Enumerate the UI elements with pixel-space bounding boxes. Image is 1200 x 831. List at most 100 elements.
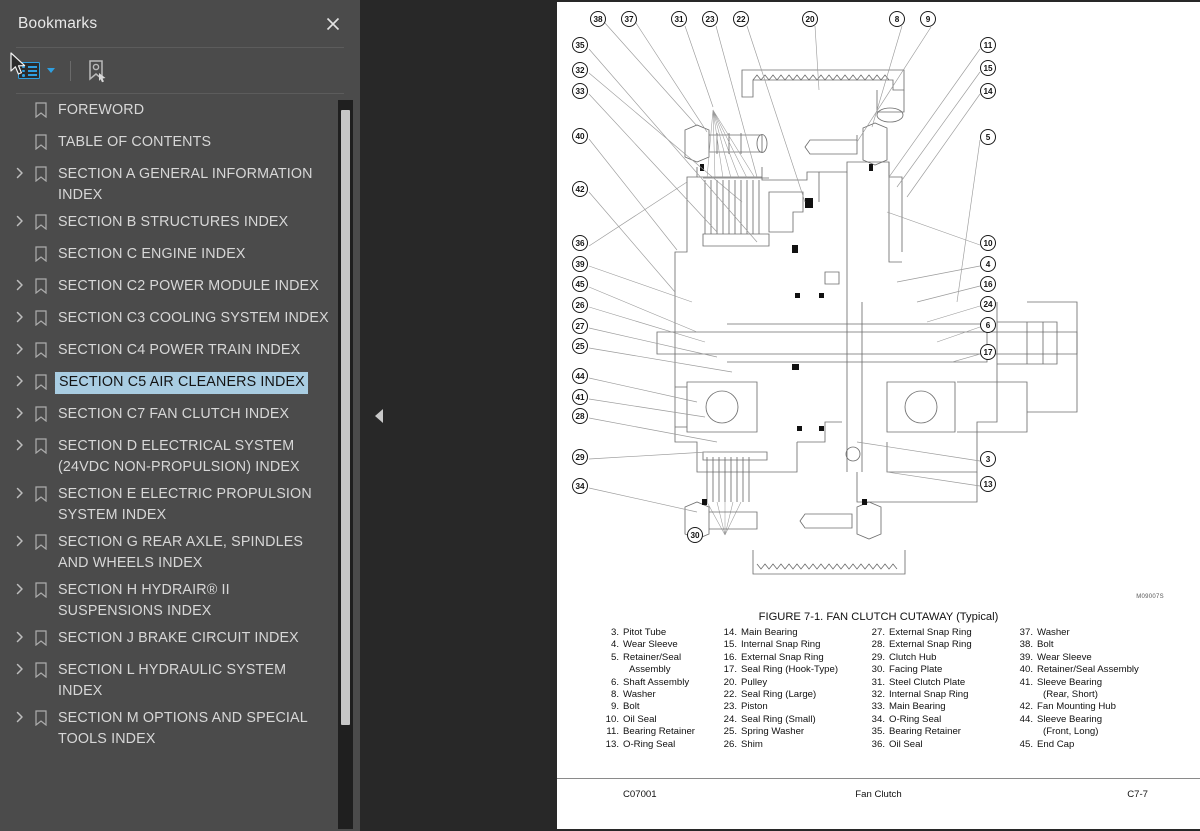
part-entry: 26. Shim: [715, 739, 863, 751]
part-number: 36.: [871, 738, 885, 750]
bookmarks-panel: Bookmarks FOREWORD TABLE OF CONTENTS SEC…: [0, 0, 360, 831]
part-entry: 42. Fan Mounting Hub: [1011, 701, 1177, 713]
part-number: 35.: [871, 726, 885, 738]
parts-legend: 3. Pitot Tube 4. Wear Sleeve 5. Retainer/Seal…: [597, 627, 1177, 751]
pdf-page: 38 37 31 23 22 20 8 9 35 11 32 15 33 14 40 5 42 36 10 39 4 45…: [557, 2, 1200, 829]
figure-callout: 14: [980, 83, 996, 99]
sidebar-scrollbar[interactable]: [338, 100, 353, 829]
bookmarks-toolbar: [0, 48, 360, 93]
part-entry: 27. External Snap Ring: [863, 627, 1011, 639]
bookmark-item[interactable]: SECTION C5 AIR CLEANERS INDEX: [0, 369, 360, 401]
chevron-right-icon[interactable]: [10, 660, 30, 675]
chevron-right-icon[interactable]: [10, 628, 30, 643]
chevron-right-icon[interactable]: [10, 404, 30, 419]
bookmark-item[interactable]: SECTION C ENGINE INDEX: [0, 241, 360, 273]
chevron-right-icon[interactable]: [10, 436, 30, 451]
figure-callout: 15: [980, 60, 996, 76]
part-number: 31.: [871, 676, 885, 688]
bookmark-label: SECTION B STRUCTURES INDEX: [58, 214, 289, 230]
bookmark-label: SECTION L HYDRAULIC SYSTEM INDEX: [58, 662, 287, 699]
bookmark-item[interactable]: SECTION E ELECTRIC PROPULSION SYSTEM IND…: [0, 481, 360, 529]
part-name: (Rear, Short): [1043, 689, 1098, 701]
bookmark-options-button[interactable]: [16, 57, 57, 85]
bookmark-item[interactable]: SECTION C2 POWER MODULE INDEX: [0, 273, 360, 305]
figure-callout: 13: [980, 476, 996, 492]
bookmark-item[interactable]: SECTION C4 POWER TRAIN INDEX: [0, 337, 360, 369]
bookmark-item[interactable]: SECTION C3 COOLING SYSTEM INDEX: [0, 305, 360, 337]
bookmark-item[interactable]: SECTION G REAR AXLE, SPINDLES AND WHEELS…: [0, 529, 360, 577]
figure-callout: 23: [702, 11, 718, 27]
part-number: 15.: [723, 639, 737, 651]
part-entry: 24. Seal Ring (Small): [715, 714, 863, 726]
bookmark-icon: [30, 164, 52, 182]
chevron-right-icon[interactable]: [10, 340, 30, 355]
bookmark-label: SECTION D ELECTRICAL SYSTEM (24VDC NON-P…: [58, 438, 300, 475]
bookmark-item[interactable]: FOREWORD: [0, 97, 360, 129]
part-number: 40.: [1019, 664, 1033, 676]
part-entry: 38. Bolt: [1011, 639, 1177, 651]
new-bookmark-button[interactable]: [84, 57, 110, 85]
part-name: Seal Ring (Large): [741, 689, 817, 701]
part-number: 39.: [1019, 651, 1033, 663]
bookmark-item[interactable]: SECTION D ELECTRICAL SYSTEM (24VDC NON-P…: [0, 433, 360, 481]
part-number: 8.: [610, 689, 619, 701]
sidebar-scrollbar-thumb[interactable]: [341, 110, 350, 725]
chevron-right-icon[interactable]: [10, 532, 30, 547]
figure-callout: 40: [572, 128, 588, 144]
chevron-right-icon[interactable]: [10, 308, 30, 323]
part-name: Oil Seal: [889, 738, 923, 750]
part-name: Spring Washer: [741, 726, 805, 738]
chevron-right-icon[interactable]: [10, 580, 30, 595]
chevron-right-icon[interactable]: [10, 372, 30, 387]
new-bookmark-icon: [89, 59, 106, 82]
figure-reference-code: M09007S: [1136, 594, 1164, 600]
part-name: Sleeve Bearing: [1037, 676, 1103, 688]
close-icon[interactable]: [320, 11, 346, 37]
figure-callout: 10: [980, 235, 996, 251]
bookmark-icon: [30, 100, 52, 118]
part-name: Sleeve Bearing: [1037, 713, 1103, 725]
bookmark-item[interactable]: SECTION H HYDRAIR® II SUSPENSIONS INDEX: [0, 577, 360, 625]
part-name: Steel Clutch Plate: [889, 676, 966, 688]
part-entry: 11. Bearing Retainer: [597, 726, 715, 738]
bookmark-icon: [30, 308, 52, 326]
bookmark-item[interactable]: SECTION A GENERAL INFORMATION INDEX: [0, 161, 360, 209]
chevron-right-icon[interactable]: [10, 484, 30, 499]
bookmark-item[interactable]: SECTION C7 FAN CLUTCH INDEX: [0, 401, 360, 433]
part-name: Assembly: [629, 664, 671, 676]
part-number: 20.: [723, 676, 737, 688]
part-entry: 30. Facing Plate: [863, 664, 1011, 676]
bookmark-icon: [30, 580, 52, 598]
part-name: Bolt: [623, 701, 640, 713]
part-number: 44.: [1019, 713, 1033, 725]
part-entry: 32. Internal Snap Ring: [863, 689, 1011, 701]
bookmark-item[interactable]: SECTION L HYDRAULIC SYSTEM INDEX: [0, 657, 360, 705]
part-entry: 23. Piston: [715, 701, 863, 713]
panel-collapse-handle[interactable]: [368, 0, 390, 831]
part-number: 25.: [723, 726, 737, 738]
figure-callout: 28: [572, 408, 588, 424]
bookmark-item[interactable]: SECTION M OPTIONS AND SPECIAL TOOLS INDE…: [0, 705, 360, 753]
chevron-right-icon[interactable]: [10, 276, 30, 291]
part-number: 14.: [723, 627, 737, 638]
figure-callout: 22: [733, 11, 749, 27]
part-number: 22.: [723, 689, 737, 701]
part-number: 27.: [871, 627, 885, 638]
bookmark-label: FOREWORD: [58, 102, 145, 118]
bookmark-item[interactable]: SECTION B STRUCTURES INDEX: [0, 209, 360, 241]
bookmark-icon: [30, 660, 52, 678]
part-name: (Front, Long): [1043, 726, 1099, 738]
chevron-right-icon[interactable]: [10, 212, 30, 227]
figure-callout: 35: [572, 37, 588, 53]
bookmark-label: SECTION C3 COOLING SYSTEM INDEX: [58, 310, 329, 326]
chevron-right-icon[interactable]: [10, 708, 30, 723]
chevron-right-icon[interactable]: [10, 164, 30, 179]
bookmark-label: SECTION C4 POWER TRAIN INDEX: [58, 342, 301, 358]
chevron-down-icon[interactable]: [47, 68, 55, 73]
bookmark-item[interactable]: SECTION J BRAKE CIRCUIT INDEX: [0, 625, 360, 657]
part-name: Pitot Tube: [623, 627, 667, 638]
bookmark-item[interactable]: TABLE OF CONTENTS: [0, 129, 360, 161]
bookmark-label: SECTION H HYDRAIR® II SUSPENSIONS INDEX: [58, 582, 230, 619]
figure-callout: 44: [572, 368, 588, 384]
figure-callout: 45: [572, 276, 588, 292]
